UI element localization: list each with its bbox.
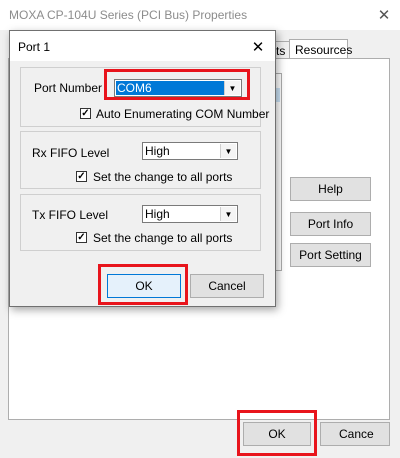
tab-resources[interactable]: Resources	[289, 39, 352, 59]
tx-fifo-value: High	[145, 207, 170, 221]
dialog-cancel-button[interactable]: Cancel	[190, 274, 264, 298]
port-number-label: Port Number	[34, 81, 103, 95]
rx-fifo-label: Rx FIFO Level	[32, 146, 110, 160]
port-number-highlight	[104, 69, 250, 100]
port-setting-button[interactable]: Port Setting	[290, 243, 371, 267]
dialog-title: Port 1	[18, 40, 51, 54]
window-ok-highlight	[237, 410, 317, 456]
rx-fifo-value: High	[145, 144, 170, 158]
tx-apply-all-label: Set the change to all ports	[93, 231, 233, 245]
auto-enum-checkbox[interactable]: ✓	[80, 108, 91, 119]
dialog-close-icon[interactable]: ✕	[246, 36, 270, 58]
chevron-down-icon[interactable]: ▼	[220, 144, 236, 158]
window-title: MOXA CP-104U Series (PCI Bus) Properties	[9, 8, 248, 22]
chevron-down-icon[interactable]: ▼	[220, 207, 236, 221]
rx-apply-all-label: Set the change to all ports	[93, 170, 233, 184]
port-info-button[interactable]: Port Info	[290, 212, 371, 236]
auto-enum-label: Auto Enumerating COM Number	[96, 107, 270, 121]
tx-apply-all-checkbox[interactable]: ✓	[76, 232, 87, 243]
rx-fifo-select[interactable]: High ▼	[142, 142, 238, 160]
port-dialog: Port 1 ✕ Port Number COM6 ▼ ✓ Auto Enume…	[9, 30, 276, 307]
window-cancel-button[interactable]: Cance	[320, 422, 390, 446]
tx-fifo-label: Tx FIFO Level	[32, 208, 109, 222]
window-close-icon[interactable]: ✕	[372, 4, 396, 26]
dialog-ok-highlight	[98, 264, 188, 305]
tab-resources-label: Resources	[295, 42, 353, 57]
tx-fifo-select[interactable]: High ▼	[142, 205, 238, 223]
tab-ports-label: ts	[276, 43, 286, 58]
rx-apply-all-checkbox[interactable]: ✓	[76, 171, 87, 182]
help-button[interactable]: Help	[290, 177, 371, 201]
